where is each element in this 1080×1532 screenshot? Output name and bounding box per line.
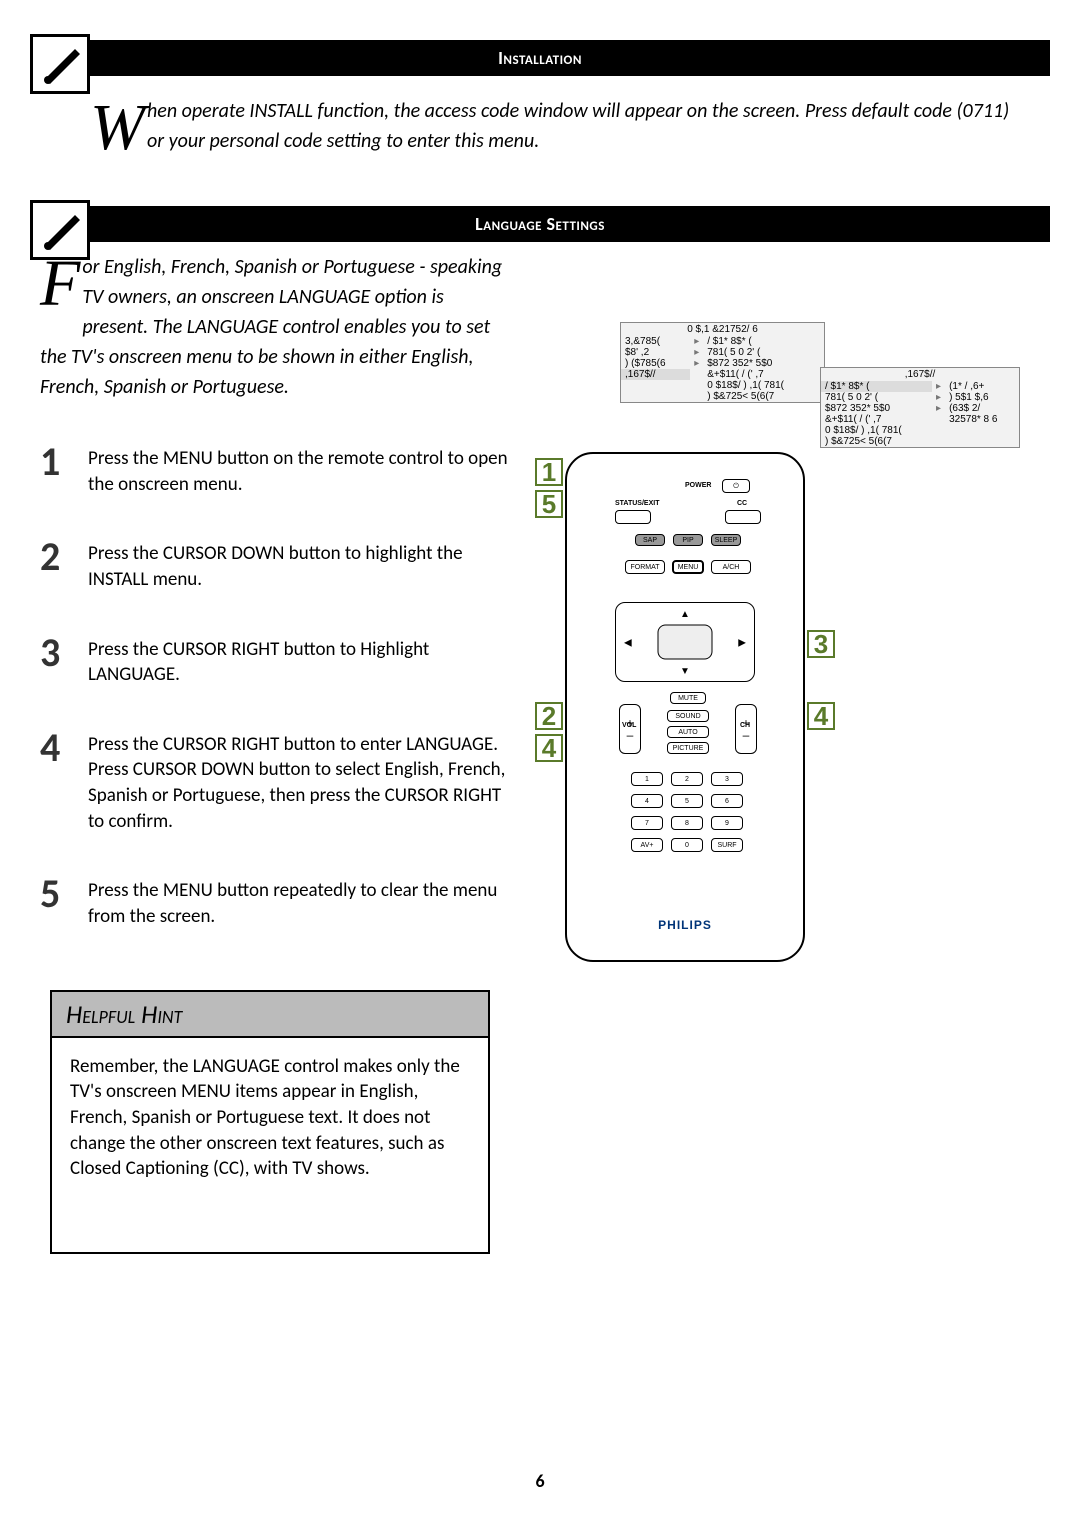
step-number: 2 xyxy=(40,537,70,592)
callout-4: 4 xyxy=(535,734,563,762)
step-text: Press the CURSOR RIGHT button to Highlig… xyxy=(88,633,510,688)
num-4[interactable]: 4 xyxy=(631,794,663,808)
num-0[interactable]: 0 xyxy=(671,838,703,852)
num-8[interactable]: 8 xyxy=(671,816,703,830)
step-text: Press the MENU button on the remote cont… xyxy=(88,442,510,497)
step-2: 2 Press the CURSOR DOWN button to highli… xyxy=(40,537,510,592)
status-label: STATUS/EXIT xyxy=(615,500,659,507)
sound-button[interactable]: SOUND xyxy=(667,710,709,722)
step-number: 1 xyxy=(40,442,70,497)
num-9[interactable]: 9 xyxy=(711,816,743,830)
pip-button[interactable]: PIP xyxy=(673,534,703,546)
note-icon xyxy=(30,200,90,260)
status-button[interactable] xyxy=(615,510,651,524)
power-button[interactable]: ⏻ xyxy=(722,479,750,493)
step-4: 4 Press the CURSOR RIGHT button to enter… xyxy=(40,728,510,835)
menu-header: 0 $,1 &21752/ 6 xyxy=(621,323,824,336)
section-title: Installation xyxy=(498,47,582,69)
step-1: 1 Press the MENU button on the remote co… xyxy=(40,442,510,497)
num-6[interactable]: 6 xyxy=(711,794,743,808)
auto-button[interactable]: AUTO xyxy=(667,726,709,738)
helpful-hint-box: Helpful Hint Remember, the LANGUAGE cont… xyxy=(50,990,490,1254)
surf-button[interactable]: SURF xyxy=(711,838,743,852)
num-1[interactable]: 1 xyxy=(631,772,663,786)
menu-header: ,167$// xyxy=(821,368,1019,381)
intro-text: hen operate INSTALL function, the access… xyxy=(147,99,1009,153)
callout-3: 3 xyxy=(807,630,835,658)
num-2[interactable]: 2 xyxy=(671,772,703,786)
step-number: 4 xyxy=(40,728,70,835)
num-3[interactable]: 3 xyxy=(711,772,743,786)
intro-text: or English, French, Spanish or Portugues… xyxy=(40,255,502,399)
dropcap: W xyxy=(90,100,145,156)
format-button[interactable]: FORMAT xyxy=(625,560,665,574)
note-icon xyxy=(30,34,90,94)
cc-button[interactable] xyxy=(725,510,761,524)
callout-1: 1 xyxy=(535,458,563,486)
sap-button[interactable]: SAP xyxy=(635,534,665,546)
dpad[interactable]: ▲ ▼ ◀ ▶ xyxy=(615,602,755,682)
hint-title: Helpful Hint xyxy=(52,992,488,1038)
osd-menu-main: 0 $,1 &21752/ 6 3,&785(▸/ $1* 8$* ( $8' … xyxy=(620,322,825,403)
mute-button[interactable]: MUTE xyxy=(670,692,706,704)
vol-label: VOL xyxy=(622,722,636,729)
step-number: 5 xyxy=(40,874,70,929)
av-button[interactable]: AV+ xyxy=(631,838,663,852)
language-intro: F or English, French, Spanish or Portugu… xyxy=(40,252,510,402)
remote-control: POWER ⏻ STATUS/EXIT CC SAP PIP SLEEP FOR… xyxy=(565,452,805,962)
dpad-ok[interactable] xyxy=(658,625,713,660)
power-label: POWER xyxy=(685,482,711,489)
installation-intro: W hen operate INSTALL function, the acce… xyxy=(30,86,1050,186)
avch-button[interactable]: A/CH xyxy=(711,560,751,574)
callout-5: 5 xyxy=(535,490,563,518)
down-arrow-icon[interactable]: ▼ xyxy=(680,664,690,677)
dropcap: F xyxy=(40,256,80,312)
step-text: Press the CURSOR RIGHT button to enter L… xyxy=(88,728,510,835)
sleep-button[interactable]: SLEEP xyxy=(711,534,741,546)
step-5: 5 Press the MENU button repeatedly to cl… xyxy=(40,874,510,929)
brand-label: PHILIPS xyxy=(658,918,712,932)
left-arrow-icon[interactable]: ◀ xyxy=(624,636,632,649)
ch-rocker[interactable]: +– xyxy=(735,704,757,754)
cc-label: CC xyxy=(737,500,747,507)
picture-button[interactable]: PICTURE xyxy=(667,742,709,754)
callout-2: 2 xyxy=(535,702,563,730)
callout-4b: 4 xyxy=(807,702,835,730)
section-title: Language Settings xyxy=(475,213,605,235)
step-text: Press the MENU button repeatedly to clea… xyxy=(88,874,510,929)
osd-menu-install: ,167$// / $1* 8$* (▸(1* / ,6+ 781( 5 0 2… xyxy=(820,367,1020,448)
section-header-language: Language Settings xyxy=(30,206,1050,242)
page-number: 6 xyxy=(535,1470,544,1492)
section-header-installation: Installation xyxy=(30,40,1050,76)
num-5[interactable]: 5 xyxy=(671,794,703,808)
ch-label: CH xyxy=(740,722,750,729)
vol-rocker[interactable]: +– xyxy=(619,704,641,754)
up-arrow-icon[interactable]: ▲ xyxy=(680,607,690,620)
step-3: 3 Press the CURSOR RIGHT button to Highl… xyxy=(40,633,510,688)
right-arrow-icon[interactable]: ▶ xyxy=(738,636,746,649)
num-7[interactable]: 7 xyxy=(631,816,663,830)
hint-body: Remember, the LANGUAGE control makes onl… xyxy=(52,1038,488,1252)
step-number: 3 xyxy=(40,633,70,688)
step-text: Press the CURSOR DOWN button to highligh… xyxy=(88,537,510,592)
menu-button[interactable]: MENU xyxy=(672,560,704,574)
